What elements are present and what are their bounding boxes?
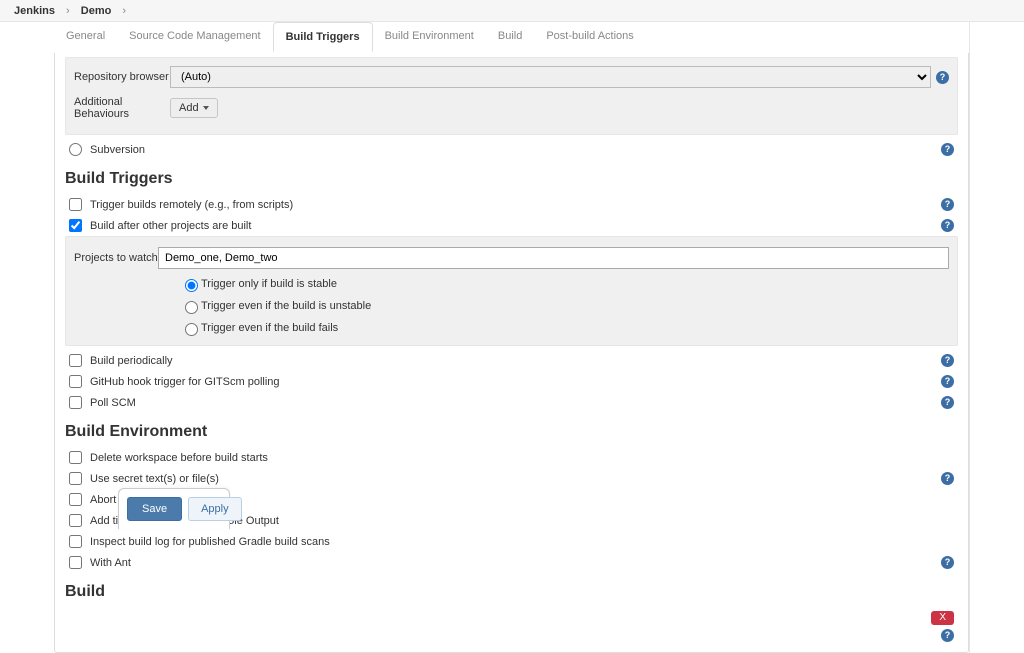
- projects-to-watch-label: Projects to watch: [74, 252, 158, 264]
- scm-subversion-radio[interactable]: [69, 143, 82, 156]
- trigger-periodic-label: Build periodically: [90, 355, 936, 367]
- help-icon[interactable]: ?: [941, 198, 954, 211]
- help-icon[interactable]: ?: [941, 556, 954, 569]
- save-button[interactable]: Save: [127, 497, 182, 521]
- repo-browser-select[interactable]: (Auto): [170, 66, 931, 88]
- section-build-triggers: Build Triggers: [61, 160, 962, 194]
- chevron-right-icon: ›: [114, 5, 134, 17]
- section-build-env: Build Environment: [61, 413, 962, 447]
- env-withant-label: With Ant: [90, 557, 936, 569]
- help-icon[interactable]: ?: [941, 472, 954, 485]
- save-bar: Save Apply: [118, 488, 230, 529]
- breadcrumb-item[interactable]: Demo: [81, 5, 112, 17]
- scm-subversion-row: Subversion ?: [61, 139, 962, 160]
- apply-button[interactable]: Apply: [188, 497, 242, 521]
- help-icon[interactable]: ?: [936, 71, 949, 84]
- trigger-remote-label: Trigger builds remotely (e.g., from scri…: [90, 199, 936, 211]
- tab-build[interactable]: Build: [486, 22, 534, 52]
- watch-unstable-radio[interactable]: [185, 301, 198, 314]
- watch-fail-radio[interactable]: [185, 323, 198, 336]
- help-icon[interactable]: ?: [941, 354, 954, 367]
- trigger-remote-checkbox[interactable]: [69, 198, 82, 211]
- tab-post-build[interactable]: Post-build Actions: [534, 22, 645, 52]
- env-gradle-scan-checkbox[interactable]: [69, 535, 82, 548]
- config-tabs: General Source Code Management Build Tri…: [54, 22, 969, 53]
- env-withant-checkbox[interactable]: [69, 556, 82, 569]
- chevron-right-icon: ›: [58, 5, 78, 17]
- trigger-pollscm-checkbox[interactable]: [69, 396, 82, 409]
- env-abort-stuck-checkbox[interactable]: [69, 493, 82, 506]
- env-timestamps-checkbox[interactable]: [69, 514, 82, 527]
- trigger-gitscm-checkbox[interactable]: [69, 375, 82, 388]
- env-delete-ws-label: Delete workspace before build starts: [90, 452, 954, 464]
- watch-stable-radio[interactable]: [185, 279, 198, 292]
- help-icon[interactable]: ?: [941, 396, 954, 409]
- help-icon[interactable]: ?: [941, 629, 954, 642]
- section-build: Build: [61, 573, 962, 607]
- watch-stable-label: Trigger only if build is stable: [201, 278, 337, 290]
- watch-unstable-label: Trigger even if the build is unstable: [201, 300, 371, 312]
- tab-build-triggers[interactable]: Build Triggers: [273, 22, 373, 52]
- add-behaviour-button[interactable]: Add: [170, 98, 218, 118]
- additional-behaviours-label: Additional Behaviours: [74, 96, 170, 120]
- env-delete-ws-checkbox[interactable]: [69, 451, 82, 464]
- repo-browser-label: Repository browser: [74, 71, 170, 83]
- breadcrumb-item[interactable]: Jenkins: [14, 5, 55, 17]
- upstream-projects-block: Projects to watch Trigger only if build …: [65, 236, 958, 346]
- trigger-pollscm-label: Poll SCM: [90, 397, 936, 409]
- help-icon[interactable]: ?: [941, 375, 954, 388]
- breadcrumb: Jenkins › Demo ›: [0, 0, 1024, 22]
- add-button-label: Add: [179, 102, 199, 114]
- scm-git-block: Repository browser (Auto) ? Additional B…: [65, 57, 958, 135]
- trigger-after-other-checkbox[interactable]: [69, 219, 82, 232]
- env-secret-label: Use secret text(s) or file(s): [90, 473, 936, 485]
- scm-subversion-label: Subversion: [90, 144, 936, 156]
- help-icon[interactable]: ?: [941, 143, 954, 156]
- env-secret-checkbox[interactable]: [69, 472, 82, 485]
- watch-fail-label: Trigger even if the build fails: [201, 322, 338, 334]
- tab-general[interactable]: General: [54, 22, 117, 52]
- chevron-down-icon: [203, 106, 209, 110]
- help-icon[interactable]: ?: [941, 219, 954, 232]
- trigger-gitscm-label: GitHub hook trigger for GITScm polling: [90, 376, 936, 388]
- trigger-after-other-label: Build after other projects are built: [90, 220, 936, 232]
- tab-build-env[interactable]: Build Environment: [373, 22, 486, 52]
- delete-step-button[interactable]: X: [931, 611, 954, 625]
- env-gradle-scan-label: Inspect build log for published Gradle b…: [90, 536, 954, 548]
- tab-scm[interactable]: Source Code Management: [117, 22, 272, 52]
- trigger-periodic-checkbox[interactable]: [69, 354, 82, 367]
- projects-to-watch-input[interactable]: [158, 247, 949, 269]
